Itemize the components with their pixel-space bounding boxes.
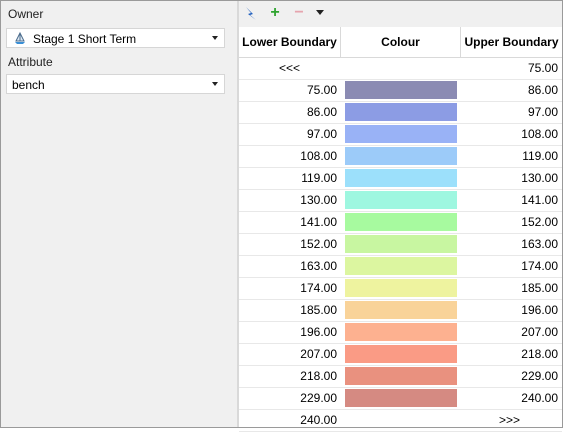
upper-boundary-cell[interactable]: 141.00	[459, 193, 558, 207]
colour-swatch[interactable]	[345, 389, 457, 407]
table-row[interactable]: 196.00 207.00	[239, 321, 562, 344]
chevron-down-icon[interactable]	[212, 36, 218, 40]
table-row[interactable]: 97.00 108.00	[239, 123, 562, 146]
column-header-lower-boundary[interactable]: Lower Boundary	[239, 27, 341, 57]
lower-boundary-cell[interactable]: 218.00	[239, 369, 337, 383]
table-row[interactable]: 130.00 141.00	[239, 189, 562, 212]
lightning-icon[interactable]	[243, 5, 259, 21]
colour-swatch[interactable]	[345, 169, 457, 187]
table-row[interactable]: 152.00 163.00	[239, 233, 562, 256]
lower-boundary-cell[interactable]: 174.00	[239, 281, 337, 295]
column-header-upper-boundary[interactable]: Upper Boundary	[461, 27, 562, 57]
survey-stage-icon	[15, 31, 25, 44]
lower-boundary-cell[interactable]: 196.00	[239, 325, 337, 339]
colour-swatch[interactable]	[345, 81, 457, 99]
chevron-down-icon[interactable]	[212, 82, 218, 86]
toolbar: + −	[239, 1, 562, 27]
lower-boundary-cell[interactable]: 141.00	[239, 215, 337, 229]
lower-boundary-cell[interactable]: 240.00	[239, 413, 337, 427]
table-row[interactable]: 75.00 86.00	[239, 79, 562, 102]
table-row[interactable]: 141.00 152.00	[239, 211, 562, 234]
upper-boundary-cell[interactable]: 185.00	[459, 281, 558, 295]
lower-boundary-cell[interactable]: 97.00	[239, 127, 337, 141]
owner-value: Stage 1 Short Term	[33, 32, 137, 46]
colour-swatch[interactable]	[345, 125, 457, 143]
right-panel: + − Lower Boundary Colour Upper Boundary…	[239, 1, 562, 432]
table-header: Lower Boundary Colour Upper Boundary	[239, 27, 562, 58]
table-row[interactable]: 174.00 185.00	[239, 277, 562, 300]
lower-boundary-cell[interactable]: 75.00	[239, 83, 337, 97]
owner-dropdown[interactable]: Stage 1 Short Term	[6, 28, 225, 48]
chevron-down-icon[interactable]	[316, 10, 324, 15]
table-row[interactable]: 185.00 196.00	[239, 299, 562, 322]
colour-swatch[interactable]	[345, 279, 457, 297]
lower-boundary-cell[interactable]: 229.00	[239, 391, 337, 405]
lower-boundary-cell[interactable]: 108.00	[239, 149, 337, 163]
upper-boundary-cell[interactable]: 163.00	[459, 237, 558, 251]
upper-boundary-cell[interactable]: 229.00	[459, 369, 558, 383]
attribute-value: bench	[12, 78, 45, 92]
upper-boundary-cell[interactable]: 174.00	[459, 259, 558, 273]
colour-swatch[interactable]	[345, 103, 457, 121]
upper-boundary-cell[interactable]: 196.00	[459, 303, 558, 317]
table-row[interactable]: 218.00 229.00	[239, 365, 562, 388]
lower-boundary-cell[interactable]: 152.00	[239, 237, 337, 251]
lower-boundary-cell[interactable]: <<<	[239, 61, 340, 75]
table-row[interactable]: <<< 75.00	[239, 57, 562, 80]
colour-swatch[interactable]	[345, 345, 457, 363]
colour-swatch[interactable]	[345, 235, 457, 253]
column-header-colour[interactable]: Colour	[341, 27, 461, 57]
lower-boundary-cell[interactable]: 86.00	[239, 105, 337, 119]
upper-boundary-cell[interactable]: 119.00	[459, 149, 558, 163]
table-row[interactable]: 229.00 240.00	[239, 387, 562, 410]
table-row[interactable]: 207.00 218.00	[239, 343, 562, 366]
upper-boundary-cell[interactable]: 108.00	[459, 127, 558, 141]
attribute-dropdown[interactable]: bench	[6, 74, 225, 94]
owner-label: Owner	[8, 7, 44, 21]
lower-boundary-cell[interactable]: 119.00	[239, 171, 337, 185]
colour-swatch[interactable]	[345, 301, 457, 319]
left-panel: Owner Stage 1 Short Term Attribute bench	[1, 1, 237, 427]
table-row[interactable]: 163.00 174.00	[239, 255, 562, 278]
upper-boundary-cell[interactable]: 240.00	[459, 391, 558, 405]
upper-boundary-cell[interactable]: 75.00	[459, 61, 558, 75]
table-row[interactable]: 119.00 130.00	[239, 167, 562, 190]
table-row[interactable]: 240.00 >>>	[239, 409, 562, 432]
colour-swatch[interactable]	[345, 367, 457, 385]
lower-boundary-cell[interactable]: 163.00	[239, 259, 337, 273]
add-icon[interactable]: +	[267, 5, 283, 21]
upper-boundary-cell[interactable]: 130.00	[459, 171, 558, 185]
colour-swatch[interactable]	[345, 191, 457, 209]
table-row[interactable]: 108.00 119.00	[239, 145, 562, 168]
table-row[interactable]: 86.00 97.00	[239, 101, 562, 124]
colour-swatch[interactable]	[345, 213, 457, 231]
lower-boundary-cell[interactable]: 207.00	[239, 347, 337, 361]
upper-boundary-cell[interactable]: 218.00	[459, 347, 558, 361]
upper-boundary-cell[interactable]: 152.00	[459, 215, 558, 229]
upper-boundary-cell[interactable]: >>>	[459, 413, 560, 427]
upper-boundary-cell[interactable]: 97.00	[459, 105, 558, 119]
remove-icon[interactable]: −	[291, 5, 307, 21]
colour-swatch[interactable]	[345, 257, 457, 275]
colour-swatch[interactable]	[345, 323, 457, 341]
upper-boundary-cell[interactable]: 207.00	[459, 325, 558, 339]
colour-swatch[interactable]	[345, 147, 457, 165]
window-frame: Owner Stage 1 Short Term Attribute bench…	[0, 0, 563, 432]
lower-boundary-cell[interactable]: 130.00	[239, 193, 337, 207]
lower-boundary-cell[interactable]: 185.00	[239, 303, 337, 317]
attribute-label: Attribute	[8, 55, 53, 69]
upper-boundary-cell[interactable]: 86.00	[459, 83, 558, 97]
